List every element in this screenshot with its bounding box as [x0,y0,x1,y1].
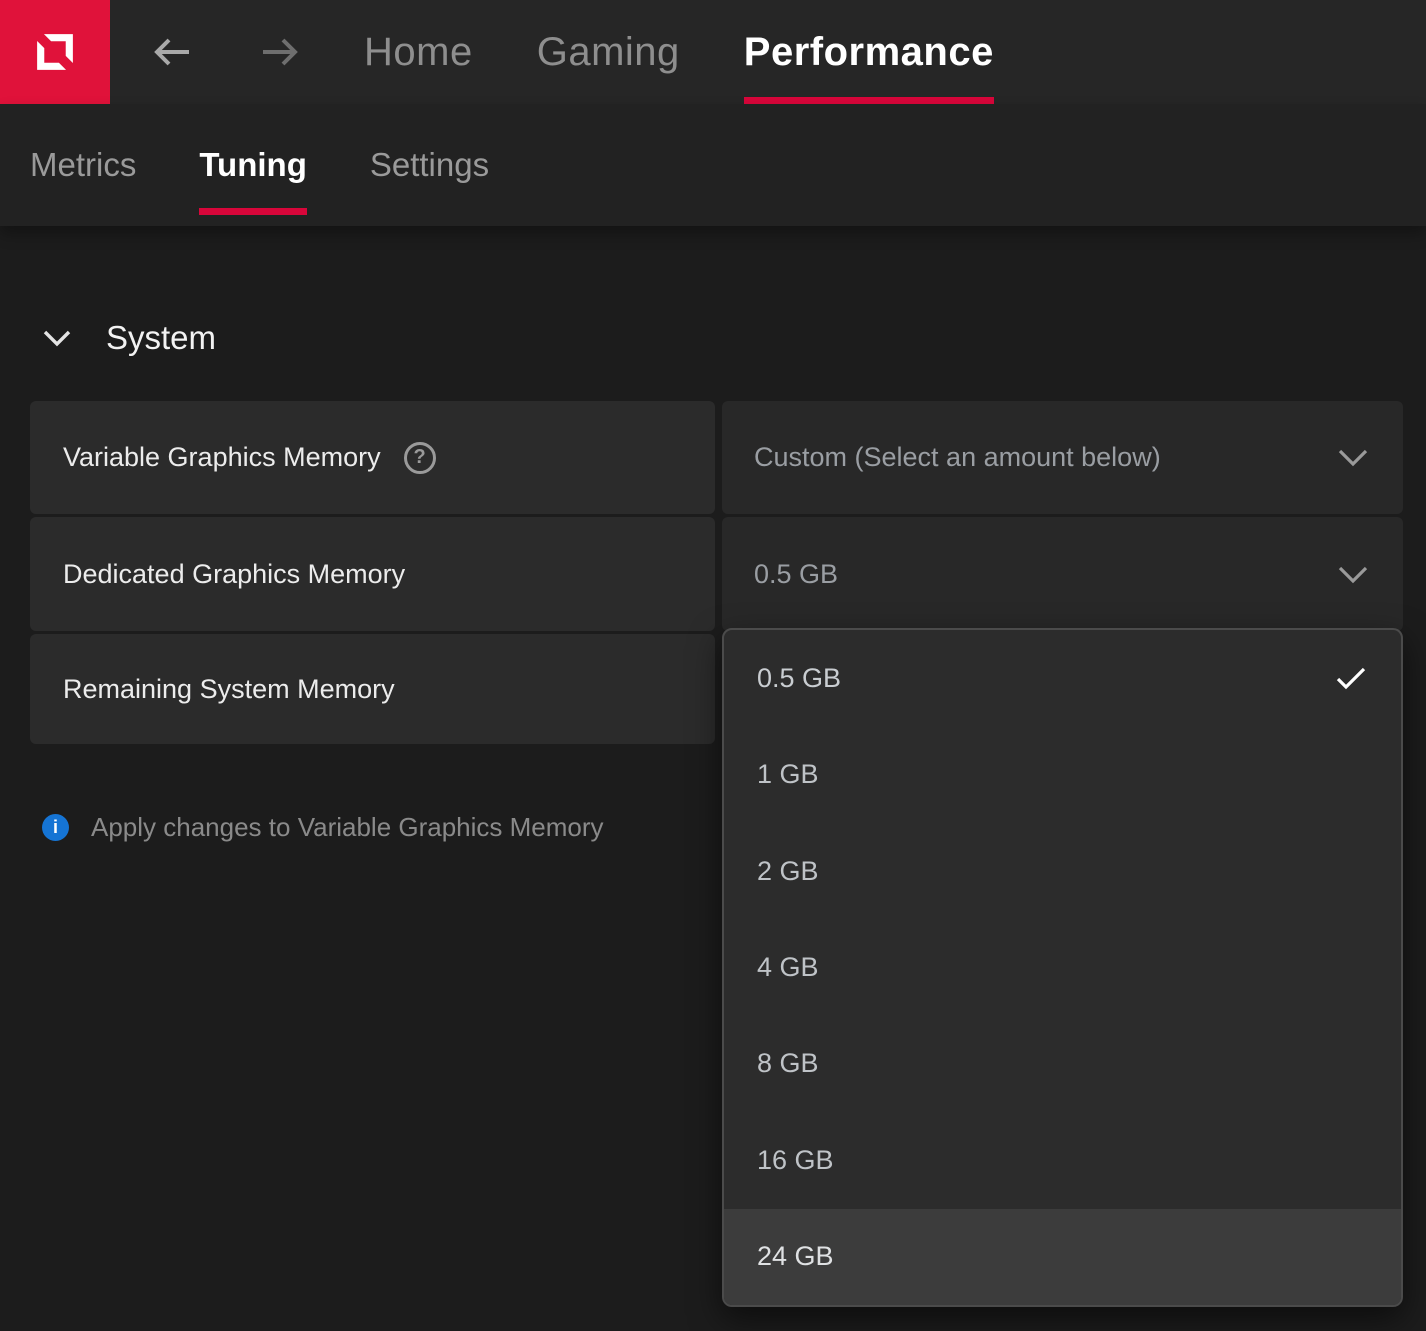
selected-value: 0.5 GB [754,559,838,590]
dropdown-option-4gb[interactable]: 4 GB [724,919,1401,1015]
option-label: 8 GB [757,1048,819,1079]
top-bar: Home Gaming Performance [0,0,1426,104]
setting-row-variable-graphics-memory: Variable Graphics Memory ? [30,401,715,514]
info-icon: i [42,814,69,841]
setting-label: Variable Graphics Memory [63,442,381,473]
chevron-down-icon [1337,448,1369,467]
option-label: 4 GB [757,952,819,983]
dropdown-option-0-5gb[interactable]: 0.5 GB [724,630,1401,726]
setting-label: Remaining System Memory [63,674,395,705]
variable-graphics-memory-select[interactable]: Custom (Select an amount below) [722,401,1403,514]
info-row: i Apply changes to Variable Graphics Mem… [42,812,604,843]
dropdown-option-24gb[interactable]: 24 GB [724,1209,1401,1305]
section-title: System [106,319,216,357]
amd-arrow-icon [29,26,81,78]
system-section-header: System [42,316,216,360]
section-collapse-button[interactable] [42,328,72,348]
forward-button[interactable] [258,0,300,104]
setting-label: Dedicated Graphics Memory [63,559,405,590]
option-label: 0.5 GB [757,663,841,694]
checkmark-icon [1335,666,1367,691]
dropdown-option-1gb[interactable]: 1 GB [724,726,1401,822]
dedicated-graphics-memory-select[interactable]: 0.5 GB [722,517,1403,631]
help-icon[interactable]: ? [404,442,436,474]
memory-amount-dropdown: 0.5 GB 1 GB 2 GB 4 GB 8 GB 16 GB 24 GB [722,628,1403,1307]
top-navigation: Home Gaming Performance [152,0,994,104]
setting-row-dedicated-graphics-memory: Dedicated Graphics Memory [30,517,715,631]
chevron-down-icon [1337,565,1369,584]
back-arrow-icon [152,34,194,70]
nav-tab-home[interactable]: Home [364,0,473,104]
subtab-metrics[interactable]: Metrics [30,104,136,226]
nav-tab-performance[interactable]: Performance [744,0,994,104]
info-message: Apply changes to Variable Graphics Memor… [91,812,604,843]
amd-logo[interactable] [0,0,110,104]
selected-value: Custom (Select an amount below) [754,442,1161,473]
option-label: 16 GB [757,1145,834,1176]
option-label: 2 GB [757,856,819,887]
chevron-down-icon [42,328,72,348]
option-label: 24 GB [757,1241,834,1272]
back-button[interactable] [152,0,194,104]
dropdown-option-2gb[interactable]: 2 GB [724,823,1401,919]
forward-arrow-icon [258,34,300,70]
setting-row-remaining-system-memory: Remaining System Memory [30,634,715,744]
performance-subnav: Metrics Tuning Settings [0,104,1426,226]
subtab-settings[interactable]: Settings [370,104,489,226]
amd-software-window: Home Gaming Performance Metrics Tuning S… [0,0,1426,1331]
option-label: 1 GB [757,759,819,790]
dropdown-option-16gb[interactable]: 16 GB [724,1112,1401,1208]
subtab-tuning[interactable]: Tuning [199,104,307,226]
dropdown-option-8gb[interactable]: 8 GB [724,1016,1401,1112]
nav-tab-gaming[interactable]: Gaming [537,0,680,104]
